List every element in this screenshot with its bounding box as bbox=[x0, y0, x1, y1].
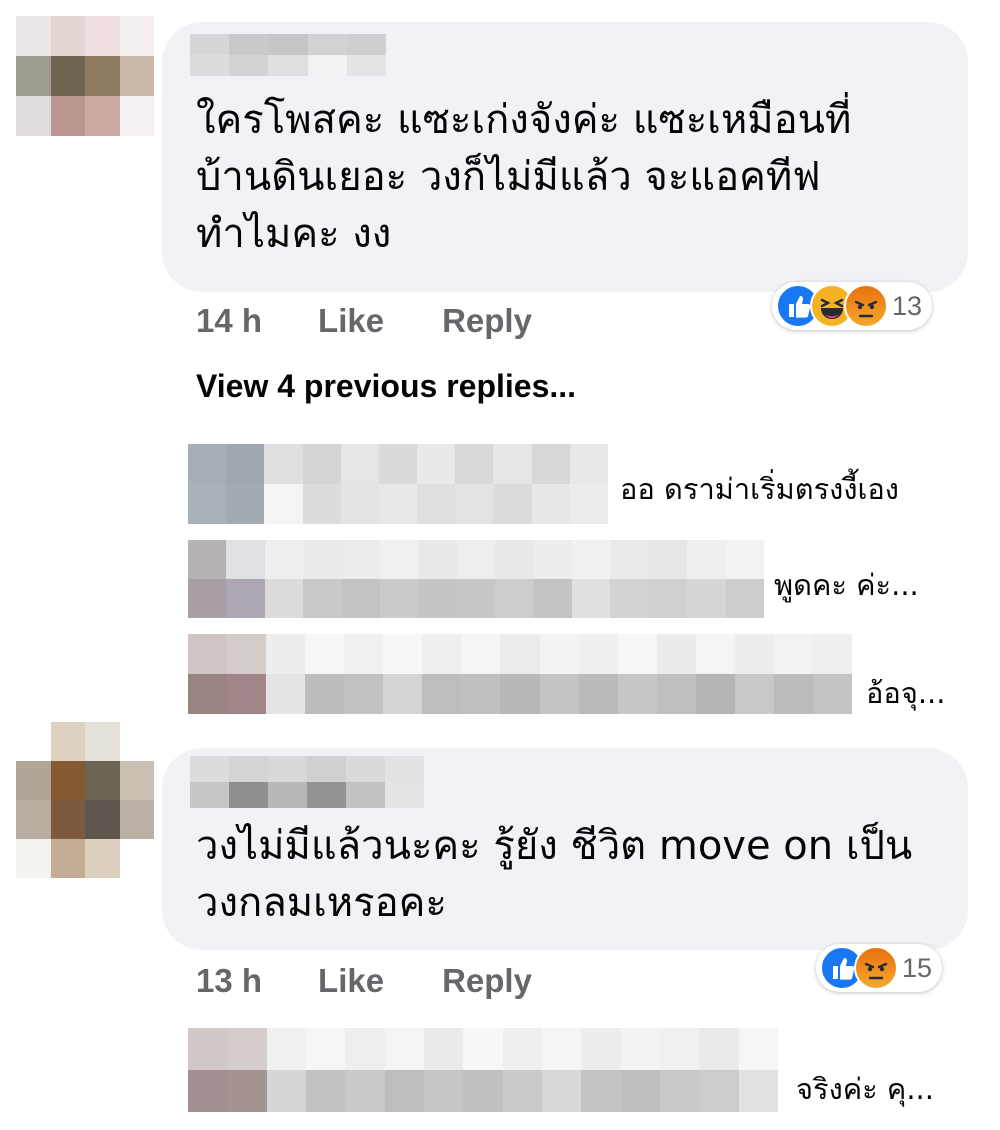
reply-blurred-content[interactable] bbox=[188, 1028, 778, 1112]
comment-actions: 13 h Like Reply bbox=[196, 962, 532, 1000]
reply-button[interactable]: Reply bbox=[442, 962, 532, 1000]
comment-timestamp[interactable]: 14 h bbox=[196, 302, 262, 340]
like-button[interactable]: Like bbox=[318, 302, 384, 340]
reply-text: พูดคะ ค่ะ... bbox=[774, 568, 919, 602]
reply-button[interactable]: Reply bbox=[442, 302, 532, 340]
view-previous-replies-link[interactable]: View 4 previous replies... bbox=[196, 368, 576, 405]
reply-text: ออ ดราม่าเริ่มตรงงี้เอง bbox=[620, 472, 899, 506]
reaction-count: 15 bbox=[902, 952, 933, 983]
like-button[interactable]: Like bbox=[318, 962, 384, 1000]
comment-text: ใครโพสคะ แซะเก่งจังค่ะ แซะเหมือนที่ บ้าน… bbox=[196, 97, 852, 257]
comment-timestamp[interactable]: 13 h bbox=[196, 962, 262, 1000]
reaction-summary[interactable]: 13 bbox=[772, 282, 933, 330]
angry-icon bbox=[844, 284, 888, 328]
reply-blurred-content[interactable] bbox=[188, 540, 764, 618]
commenter-name-redacted[interactable] bbox=[190, 756, 424, 808]
reply-text: อ้อจุ... bbox=[866, 676, 946, 710]
reply-blurred-content[interactable] bbox=[188, 444, 608, 524]
comment-actions: 14 h Like Reply bbox=[196, 302, 532, 340]
reply-text: จริงค่ะ คุ... bbox=[796, 1072, 934, 1106]
reaction-count: 13 bbox=[892, 290, 923, 321]
reaction-summary[interactable]: 15 bbox=[816, 944, 943, 992]
avatar[interactable] bbox=[16, 722, 154, 878]
reply-blurred-content[interactable] bbox=[188, 634, 852, 714]
comment-text: วงไม่มีแล้วนะคะ รู้ยัง ชีวิต move on เป็… bbox=[196, 823, 913, 926]
avatar[interactable] bbox=[16, 16, 154, 136]
angry-icon bbox=[854, 946, 898, 990]
commenter-name-redacted[interactable] bbox=[190, 34, 386, 76]
